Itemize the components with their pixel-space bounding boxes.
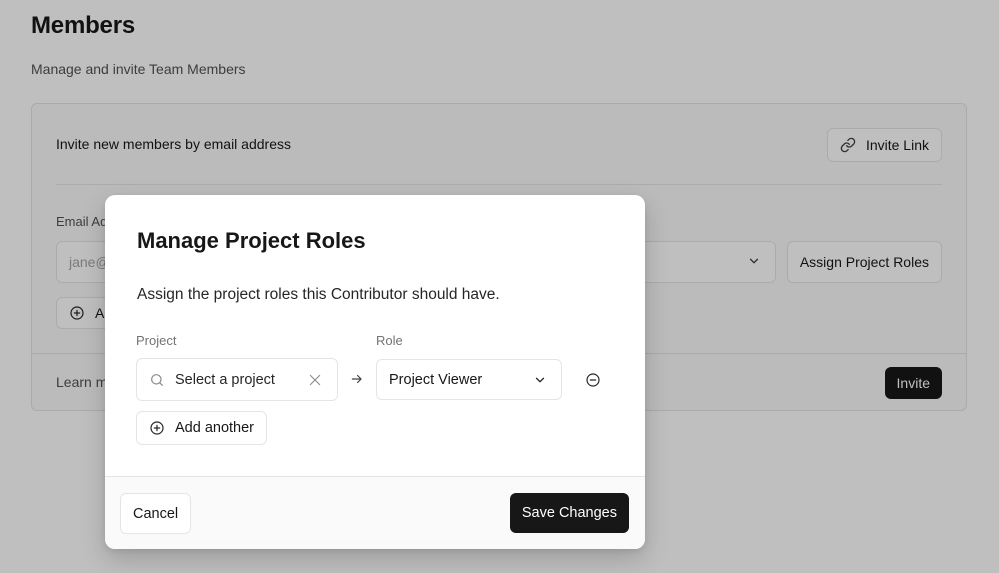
role-value: Project Viewer (389, 371, 483, 388)
role-label: Role (376, 333, 403, 348)
chevron-down-icon (533, 373, 547, 387)
plus-circle-icon (149, 420, 165, 436)
project-select[interactable]: Select a project (136, 358, 338, 401)
save-changes-button[interactable]: Save Changes (509, 493, 629, 533)
save-changes-label: Save Changes (521, 505, 617, 521)
manage-project-roles-dialog: Manage Project Roles Assign the project … (105, 195, 645, 549)
close-icon[interactable] (307, 372, 323, 388)
cancel-label: Cancel (133, 505, 179, 522)
project-label: Project (136, 333, 177, 348)
minus-circle-icon[interactable] (585, 372, 601, 388)
arrow-right-icon (350, 372, 364, 386)
dialog-footer: Cancel Save Changes (105, 476, 645, 549)
add-another-button[interactable]: Add another (136, 411, 268, 445)
dialog-title: Manage Project Roles (137, 228, 366, 253)
search-icon (149, 372, 165, 388)
add-another-label: Add another (175, 420, 255, 436)
dialog-description: Assign the project roles this Contributo… (137, 286, 500, 303)
role-select[interactable]: Project Viewer (376, 359, 562, 400)
cancel-button[interactable]: Cancel (120, 493, 192, 534)
project-placeholder: Select a project (175, 371, 275, 388)
